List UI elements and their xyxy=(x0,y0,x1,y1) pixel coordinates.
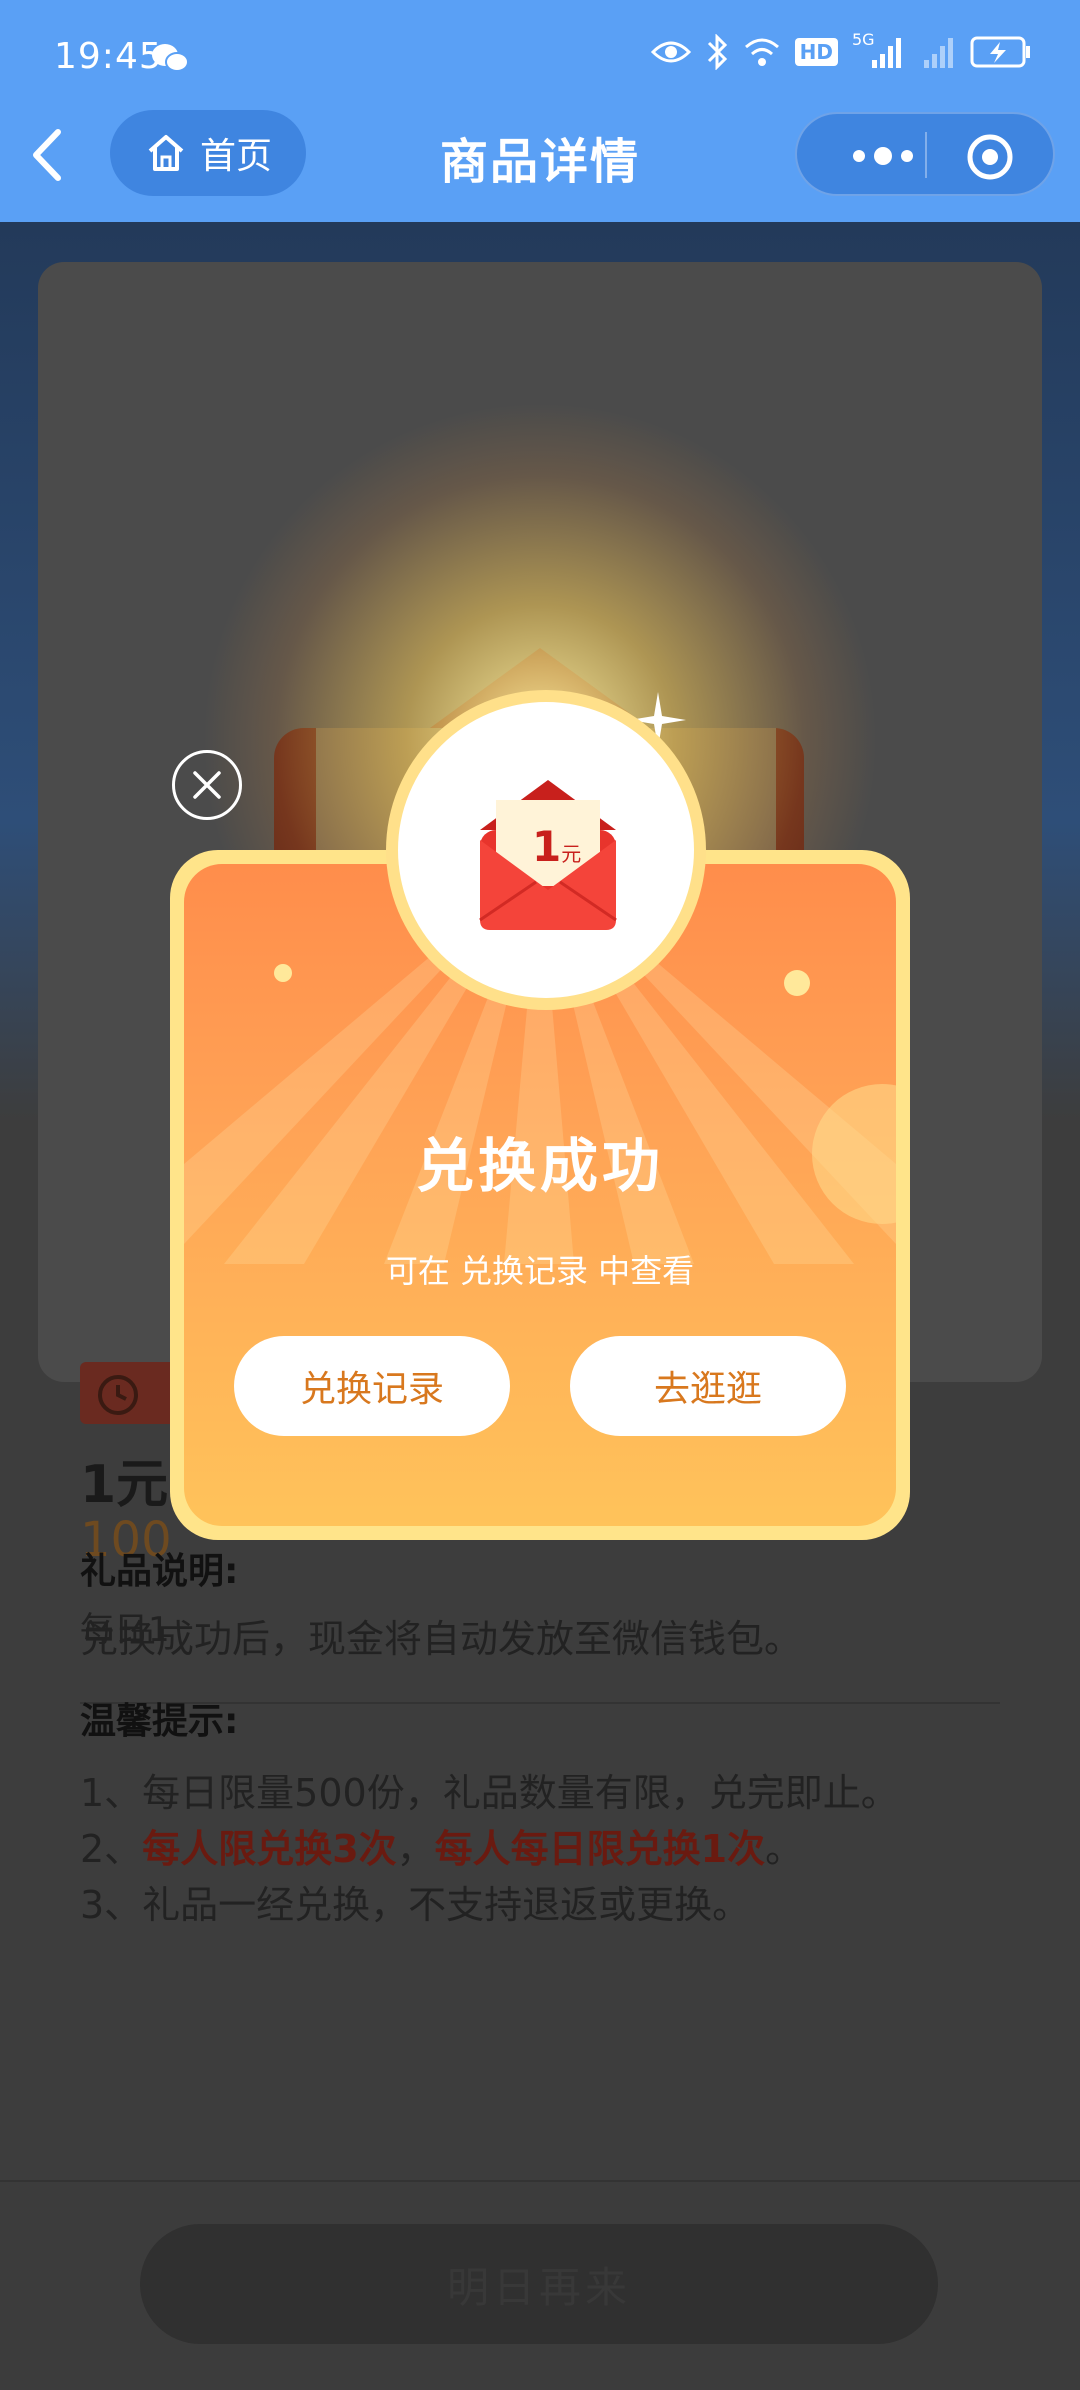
tip-3: 3、礼品一经兑换，不支持退返或更换。 xyxy=(80,1883,751,1927)
battery-charging-icon xyxy=(970,36,1030,68)
tips-heading: 温馨提示: xyxy=(80,1701,239,1742)
tip-2-prefix: 2、 xyxy=(80,1827,143,1871)
wifi-icon xyxy=(744,38,779,66)
miniprogram-capsule xyxy=(795,112,1055,196)
product-title: 1元 xyxy=(80,1455,169,1515)
hd-badge: HD xyxy=(794,38,838,66)
badge-inner: 1元 xyxy=(398,702,694,998)
close-icon xyxy=(193,771,221,799)
network-type-label: 5G xyxy=(852,30,875,49)
bluetooth-icon xyxy=(707,34,727,70)
close-modal-button[interactable] xyxy=(172,750,242,820)
tip-2-end: 。 xyxy=(765,1827,804,1871)
badge-amount: 1元 xyxy=(532,822,581,871)
come-back-tomorrow-button[interactable]: 明日再来 xyxy=(140,2224,938,2344)
cell-signal-icon: 5G xyxy=(852,30,904,70)
red-envelope-badge: 1元 xyxy=(386,690,706,1010)
capsule-divider xyxy=(925,132,927,178)
alarm-clock-icon xyxy=(98,1375,138,1415)
tip-2: 2、每人限兑换3次，每人每日限兑换1次。 xyxy=(80,1818,803,1873)
tip-1: 1、每日限量500份，礼品数量有限，兑完即止。 xyxy=(80,1771,899,1815)
modal-subtitle: 可在 兑换记录 中查看 xyxy=(385,1252,695,1290)
exchange-record-button[interactable]: 兑换记录 xyxy=(234,1336,510,1436)
more-icon[interactable] xyxy=(827,136,967,176)
modal-title: 兑换成功 xyxy=(415,1132,664,1200)
status-icons: HD 5G xyxy=(650,30,1032,70)
tip-2-highlight-1: 每人限兑换3次 xyxy=(142,1827,397,1871)
tip-2-highlight-2: 每人每日限兑换1次 xyxy=(434,1827,766,1871)
cell-signal-2-icon xyxy=(924,38,953,68)
status-time: 19:45 xyxy=(54,36,163,77)
browse-button[interactable]: 去逛逛 xyxy=(570,1336,846,1436)
eye-icon xyxy=(650,41,691,63)
close-miniprogram-icon[interactable] xyxy=(965,132,1015,182)
decor-dot xyxy=(274,964,292,982)
badge-amount-unit: 元 xyxy=(561,842,582,866)
decor-dot xyxy=(784,970,810,996)
badge-amount-value: 1 xyxy=(532,822,562,871)
tip-2-separator: ， xyxy=(396,1827,435,1871)
gift-desc-text: 兑换成功后，现金将自动发放至微信钱包。 xyxy=(80,1617,803,1661)
gift-desc-heading: 礼品说明: xyxy=(80,1551,239,1592)
top-bar: 19:45 HD 5G 首页 商品详情 xyxy=(0,0,1080,222)
wechat-icon xyxy=(152,44,189,72)
